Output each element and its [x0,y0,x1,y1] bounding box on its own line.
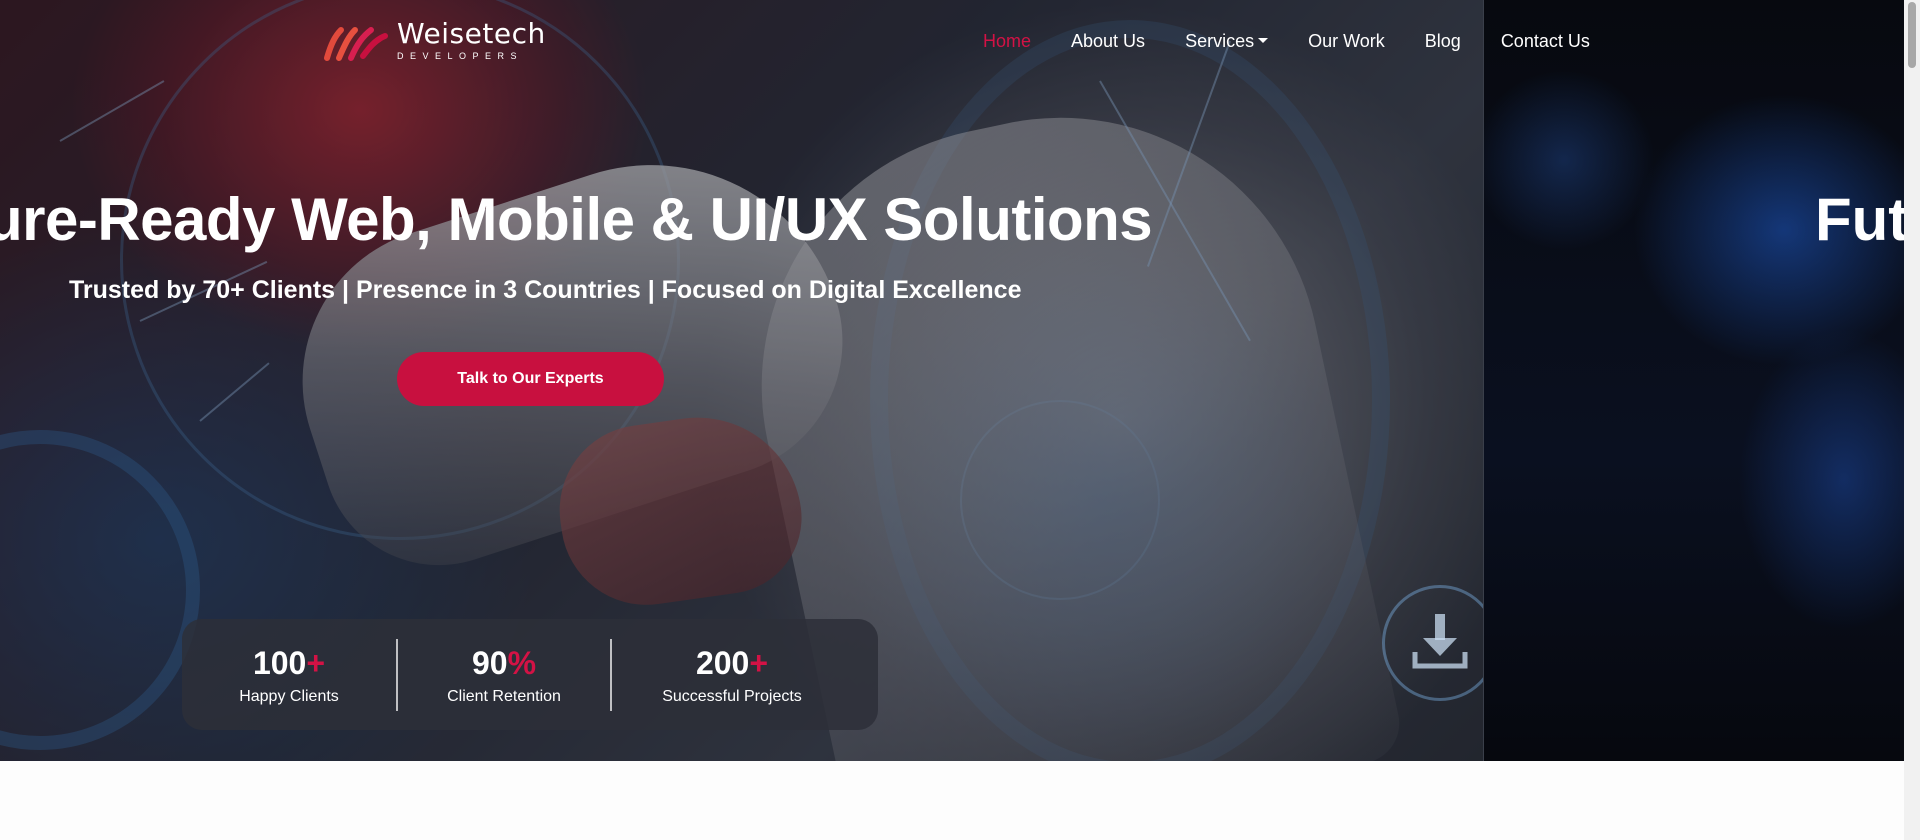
next-slide-headline: Fut [1815,186,1904,253]
stat-label: Successful Projects [662,687,802,705]
brand-tagline: DEVELOPERS [397,51,524,61]
brand-logo[interactable]: Weisetech DEVELOPERS [323,18,546,62]
brand-name: Weisetech [397,17,546,50]
caret-down-icon [1258,38,1269,44]
stats-panel: 100+ Happy Clients 90% Client Retention … [182,619,878,730]
stat-successful-projects: 200+ Successful Projects [612,644,852,706]
stat-label: Client Retention [447,687,561,705]
talk-to-experts-button[interactable]: Talk to Our Experts [397,352,664,406]
nav-item-label: Services [1185,31,1255,51]
nav-item-about-us[interactable]: About Us [1051,28,1165,54]
stat-happy-clients: 100+ Happy Clients [182,644,396,706]
stat-value: 200+ [695,644,769,681]
hero-subheadline: Trusted by 70+ Clients | Presence in 3 C… [69,276,1022,304]
hero-slide-next [1483,0,1904,761]
nav-item-our-work[interactable]: Our Work [1288,28,1405,54]
stat-value: 100+ [252,644,326,681]
hero-headline: ure-Ready Web, Mobile & UI/UX Solutions [0,186,1153,253]
stat-value: 90% [471,644,537,681]
nav-item-blog[interactable]: Blog [1405,28,1481,54]
scrollbar-thumb[interactable] [1908,2,1916,68]
nav-item-services[interactable]: Services [1165,28,1288,54]
stat-client-retention: 90% Client Retention [398,644,610,706]
nav-item-home[interactable]: Home [963,28,1051,54]
hero-carousel: Weisetech DEVELOPERS Home About Us Servi… [0,0,1904,761]
main-nav: Home About Us Services Our Work Blog Con… [963,28,1610,54]
stat-label: Happy Clients [239,687,339,705]
nav-item-contact-us[interactable]: Contact Us [1481,28,1610,54]
page-viewport: Weisetech DEVELOPERS Home About Us Servi… [0,0,1904,840]
weisetech-logo-icon [324,27,388,61]
page-scrollbar[interactable] [1904,0,1920,840]
